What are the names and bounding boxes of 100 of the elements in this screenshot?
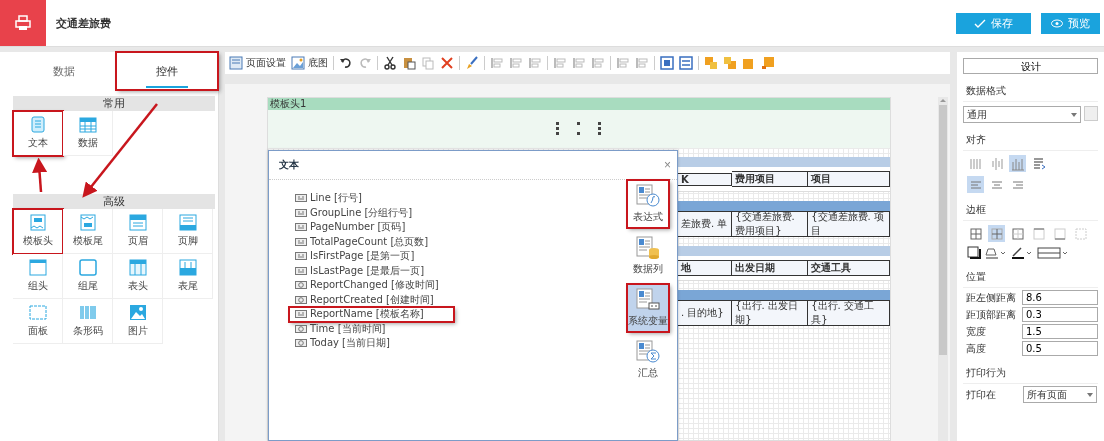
- same-width-button[interactable]: [660, 56, 674, 70]
- table-cell: 交通工具: [808, 260, 890, 276]
- border-button[interactable]: [1051, 225, 1068, 242]
- undo-icon: [339, 56, 353, 70]
- panel-tab[interactable]: 数据: [13, 52, 116, 90]
- bottom-border-icon: [1052, 225, 1067, 242]
- same-height-icon: [679, 56, 693, 70]
- number-field[interactable]: 8.6: [1022, 290, 1098, 305]
- bring-front-icon: [704, 56, 718, 70]
- variable-item[interactable]: PageNumber [页码]: [289, 220, 436, 235]
- center-align-icon: [989, 155, 1004, 172]
- control-item[interactable]: 表尾: [163, 254, 213, 299]
- table-cell: {交通差旅费. 费用项目}: [732, 211, 809, 237]
- control-item[interactable]: 页眉: [113, 209, 163, 254]
- layer-down-button[interactable]: [761, 56, 775, 70]
- variable-item[interactable]: GroupLine [分组行号]: [289, 205, 443, 220]
- cut-button[interactable]: [383, 56, 397, 70]
- category-button[interactable]: 汇总: [627, 336, 669, 384]
- align-center-icon: [509, 56, 523, 70]
- brush-button[interactable]: [465, 56, 479, 70]
- eye-icon: [1051, 17, 1063, 29]
- align-button[interactable]: [1009, 155, 1026, 172]
- none-border-icon: [1073, 225, 1088, 242]
- variable-icon: [295, 309, 307, 320]
- design-tab[interactable]: 设计: [963, 58, 1098, 74]
- same-height-button[interactable]: [679, 56, 693, 70]
- layer-up-button[interactable]: [742, 56, 756, 70]
- more-button[interactable]: [1084, 106, 1098, 121]
- control-item[interactable]: 数据: [63, 111, 113, 156]
- control-item[interactable]: 模板头: [13, 209, 63, 254]
- print-select[interactable]: 所有页面: [1023, 386, 1097, 403]
- variable-item[interactable]: ReportName [模板名称]: [289, 307, 454, 322]
- barcode-icon: [78, 304, 97, 321]
- variable-icon: [295, 265, 307, 276]
- shadow-icon: [967, 246, 981, 260]
- close-button[interactable]: ×: [664, 158, 671, 172]
- panel-icon: [28, 304, 47, 321]
- variable-item[interactable]: ReportCreated [创建时间]: [289, 292, 464, 307]
- variable-item[interactable]: TotalPageCount [总页数]: [289, 234, 459, 249]
- category-button[interactable]: 系统变量: [627, 284, 669, 332]
- delete-button[interactable]: [440, 56, 454, 70]
- space-h-icon: [616, 56, 630, 70]
- variable-item[interactable]: Time [当前时间]: [289, 321, 416, 336]
- number-field[interactable]: 1.5: [1022, 324, 1098, 339]
- format-select[interactable]: 通用: [963, 106, 1081, 123]
- align-button[interactable]: [967, 176, 984, 193]
- selection-handles-drawing: [556, 122, 602, 136]
- clock-icon: [295, 323, 307, 334]
- paste-icon: [402, 56, 416, 70]
- panel-tab[interactable]: 控件: [115, 52, 218, 90]
- border-button[interactable]: [967, 225, 984, 242]
- variable-item[interactable]: ReportChanged [修改时间]: [289, 278, 469, 293]
- page-setup-icon: [229, 56, 243, 70]
- number-field[interactable]: 0.3: [1022, 307, 1098, 322]
- bring-front-button[interactable]: [704, 56, 718, 70]
- line-style-icon: [1037, 246, 1069, 260]
- variable-item[interactable]: Today [当前日期]: [289, 336, 420, 351]
- line-color-icon: [1011, 246, 1033, 260]
- paste-button[interactable]: [402, 56, 416, 70]
- field-label: 距顶部距离: [966, 307, 1017, 322]
- send-back-button[interactable]: [723, 56, 737, 70]
- category-button[interactable]: 表达式: [627, 180, 669, 228]
- variable-item[interactable]: IsLastPage [是最后一页]: [289, 263, 455, 278]
- border-button[interactable]: [1030, 225, 1047, 242]
- control-item[interactable]: 条形码: [63, 299, 113, 344]
- clock-icon: [295, 280, 307, 291]
- control-item[interactable]: 模板尾: [63, 209, 113, 254]
- control-item[interactable]: 页脚: [163, 209, 213, 254]
- border-button[interactable]: [988, 225, 1005, 242]
- border-button[interactable]: [1009, 225, 1026, 242]
- scrollbar[interactable]: [938, 97, 948, 441]
- control-item[interactable]: 表头: [113, 254, 163, 299]
- control-item[interactable]: 组尾: [63, 254, 113, 299]
- align-left-icon: [490, 56, 504, 70]
- category-button[interactable]: 数据列: [627, 232, 669, 280]
- align-middle-icon: [572, 56, 586, 70]
- background-icon: [291, 56, 305, 70]
- field-label: 打印在: [966, 387, 997, 402]
- field-label: 距左侧距离: [966, 290, 1017, 305]
- control-item[interactable]: 面板: [13, 299, 63, 344]
- variable-item[interactable]: Line [行号]: [289, 191, 392, 206]
- template-header-icon: [28, 214, 47, 231]
- page-footer-icon: [178, 214, 197, 231]
- background-button[interactable]: 底图: [291, 56, 328, 70]
- same-width-icon: [660, 56, 674, 70]
- control-item[interactable]: 组头: [13, 254, 63, 299]
- table-cell: 项目: [808, 171, 890, 187]
- cut-icon: [383, 56, 397, 70]
- variable-icon: [295, 236, 307, 247]
- control-item[interactable]: 文本: [13, 111, 63, 156]
- control-item[interactable]: 图片: [113, 299, 163, 344]
- undo-button[interactable]: [339, 56, 353, 70]
- page-setup-button[interactable]: 页面设置: [229, 56, 286, 70]
- group-footer-icon: [78, 259, 97, 276]
- variable-item[interactable]: IsFirstPage [是第一页]: [289, 249, 445, 264]
- table-cell: . 目的地}: [678, 300, 733, 326]
- sum-icon: [636, 340, 660, 364]
- number-field[interactable]: 0.5: [1022, 341, 1098, 356]
- field-label: 高度: [966, 341, 987, 356]
- outer-border-icon: [1010, 225, 1025, 242]
